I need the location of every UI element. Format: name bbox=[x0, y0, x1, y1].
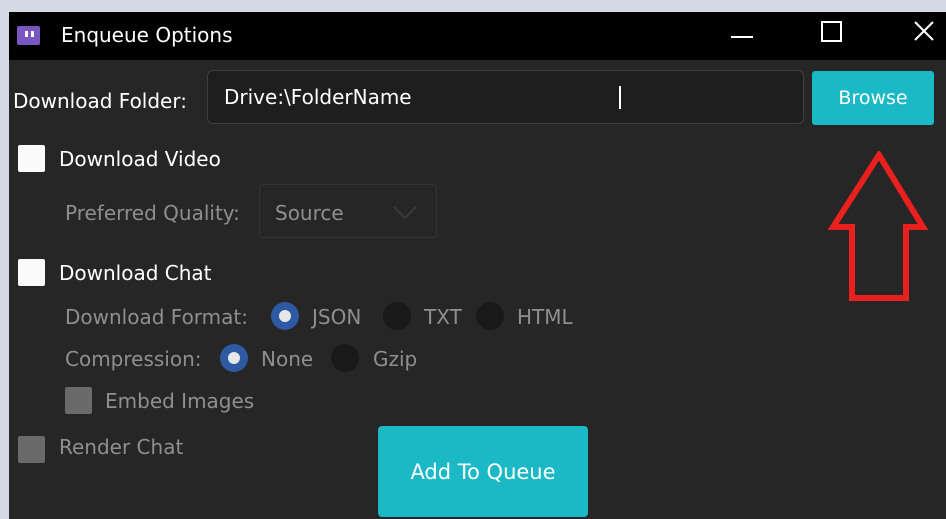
format-html-label: HTML bbox=[517, 305, 573, 329]
chevron-down-icon bbox=[393, 206, 417, 220]
download-folder-value: Drive:\FolderName bbox=[224, 85, 412, 109]
download-folder-input[interactable]: Drive:\FolderName bbox=[207, 70, 804, 124]
maximize-button[interactable] bbox=[802, 12, 862, 60]
embed-images-label: Embed Images bbox=[105, 389, 255, 413]
download-video-checkbox[interactable] bbox=[18, 145, 45, 172]
format-json-label: JSON bbox=[312, 305, 362, 329]
minimize-icon bbox=[731, 36, 753, 38]
preferred-quality-value: Source bbox=[275, 201, 344, 225]
embed-images-checkbox[interactable] bbox=[65, 387, 92, 414]
download-chat-label: Download Chat bbox=[59, 261, 212, 285]
maximize-icon bbox=[821, 21, 842, 42]
preferred-quality-select[interactable]: Source bbox=[259, 184, 437, 238]
compression-label: Compression: bbox=[65, 347, 202, 371]
format-json-radio[interactable] bbox=[271, 302, 299, 330]
text-caret bbox=[619, 86, 621, 109]
enqueue-options-window: Enqueue Options Download Folder: Drive:\… bbox=[9, 12, 946, 519]
download-chat-checkbox[interactable] bbox=[18, 259, 45, 286]
window-title: Enqueue Options bbox=[61, 23, 233, 47]
compression-gzip-radio[interactable] bbox=[331, 344, 359, 372]
compression-none-radio[interactable] bbox=[220, 344, 248, 372]
close-icon bbox=[914, 21, 934, 41]
format-html-radio[interactable] bbox=[476, 302, 504, 330]
app-icon bbox=[17, 26, 40, 45]
preferred-quality-label: Preferred Quality: bbox=[65, 201, 240, 225]
close-button[interactable] bbox=[886, 12, 946, 60]
browse-button[interactable]: Browse bbox=[812, 71, 934, 125]
red-arrow-annotation bbox=[827, 151, 929, 301]
format-txt-radio[interactable] bbox=[383, 302, 411, 330]
download-format-label: Download Format: bbox=[65, 305, 248, 329]
minimize-button[interactable] bbox=[708, 12, 768, 60]
download-video-label: Download Video bbox=[59, 147, 221, 171]
format-txt-label: TXT bbox=[424, 305, 462, 329]
compression-none-label: None bbox=[261, 347, 314, 371]
download-folder-label: Download Folder: bbox=[13, 89, 187, 113]
render-chat-checkbox[interactable] bbox=[18, 436, 45, 463]
render-chat-label: Render Chat bbox=[59, 435, 184, 459]
add-to-queue-button[interactable]: Add To Queue bbox=[378, 426, 588, 517]
title-bar: Enqueue Options bbox=[9, 12, 946, 60]
compression-gzip-label: Gzip bbox=[373, 347, 418, 371]
